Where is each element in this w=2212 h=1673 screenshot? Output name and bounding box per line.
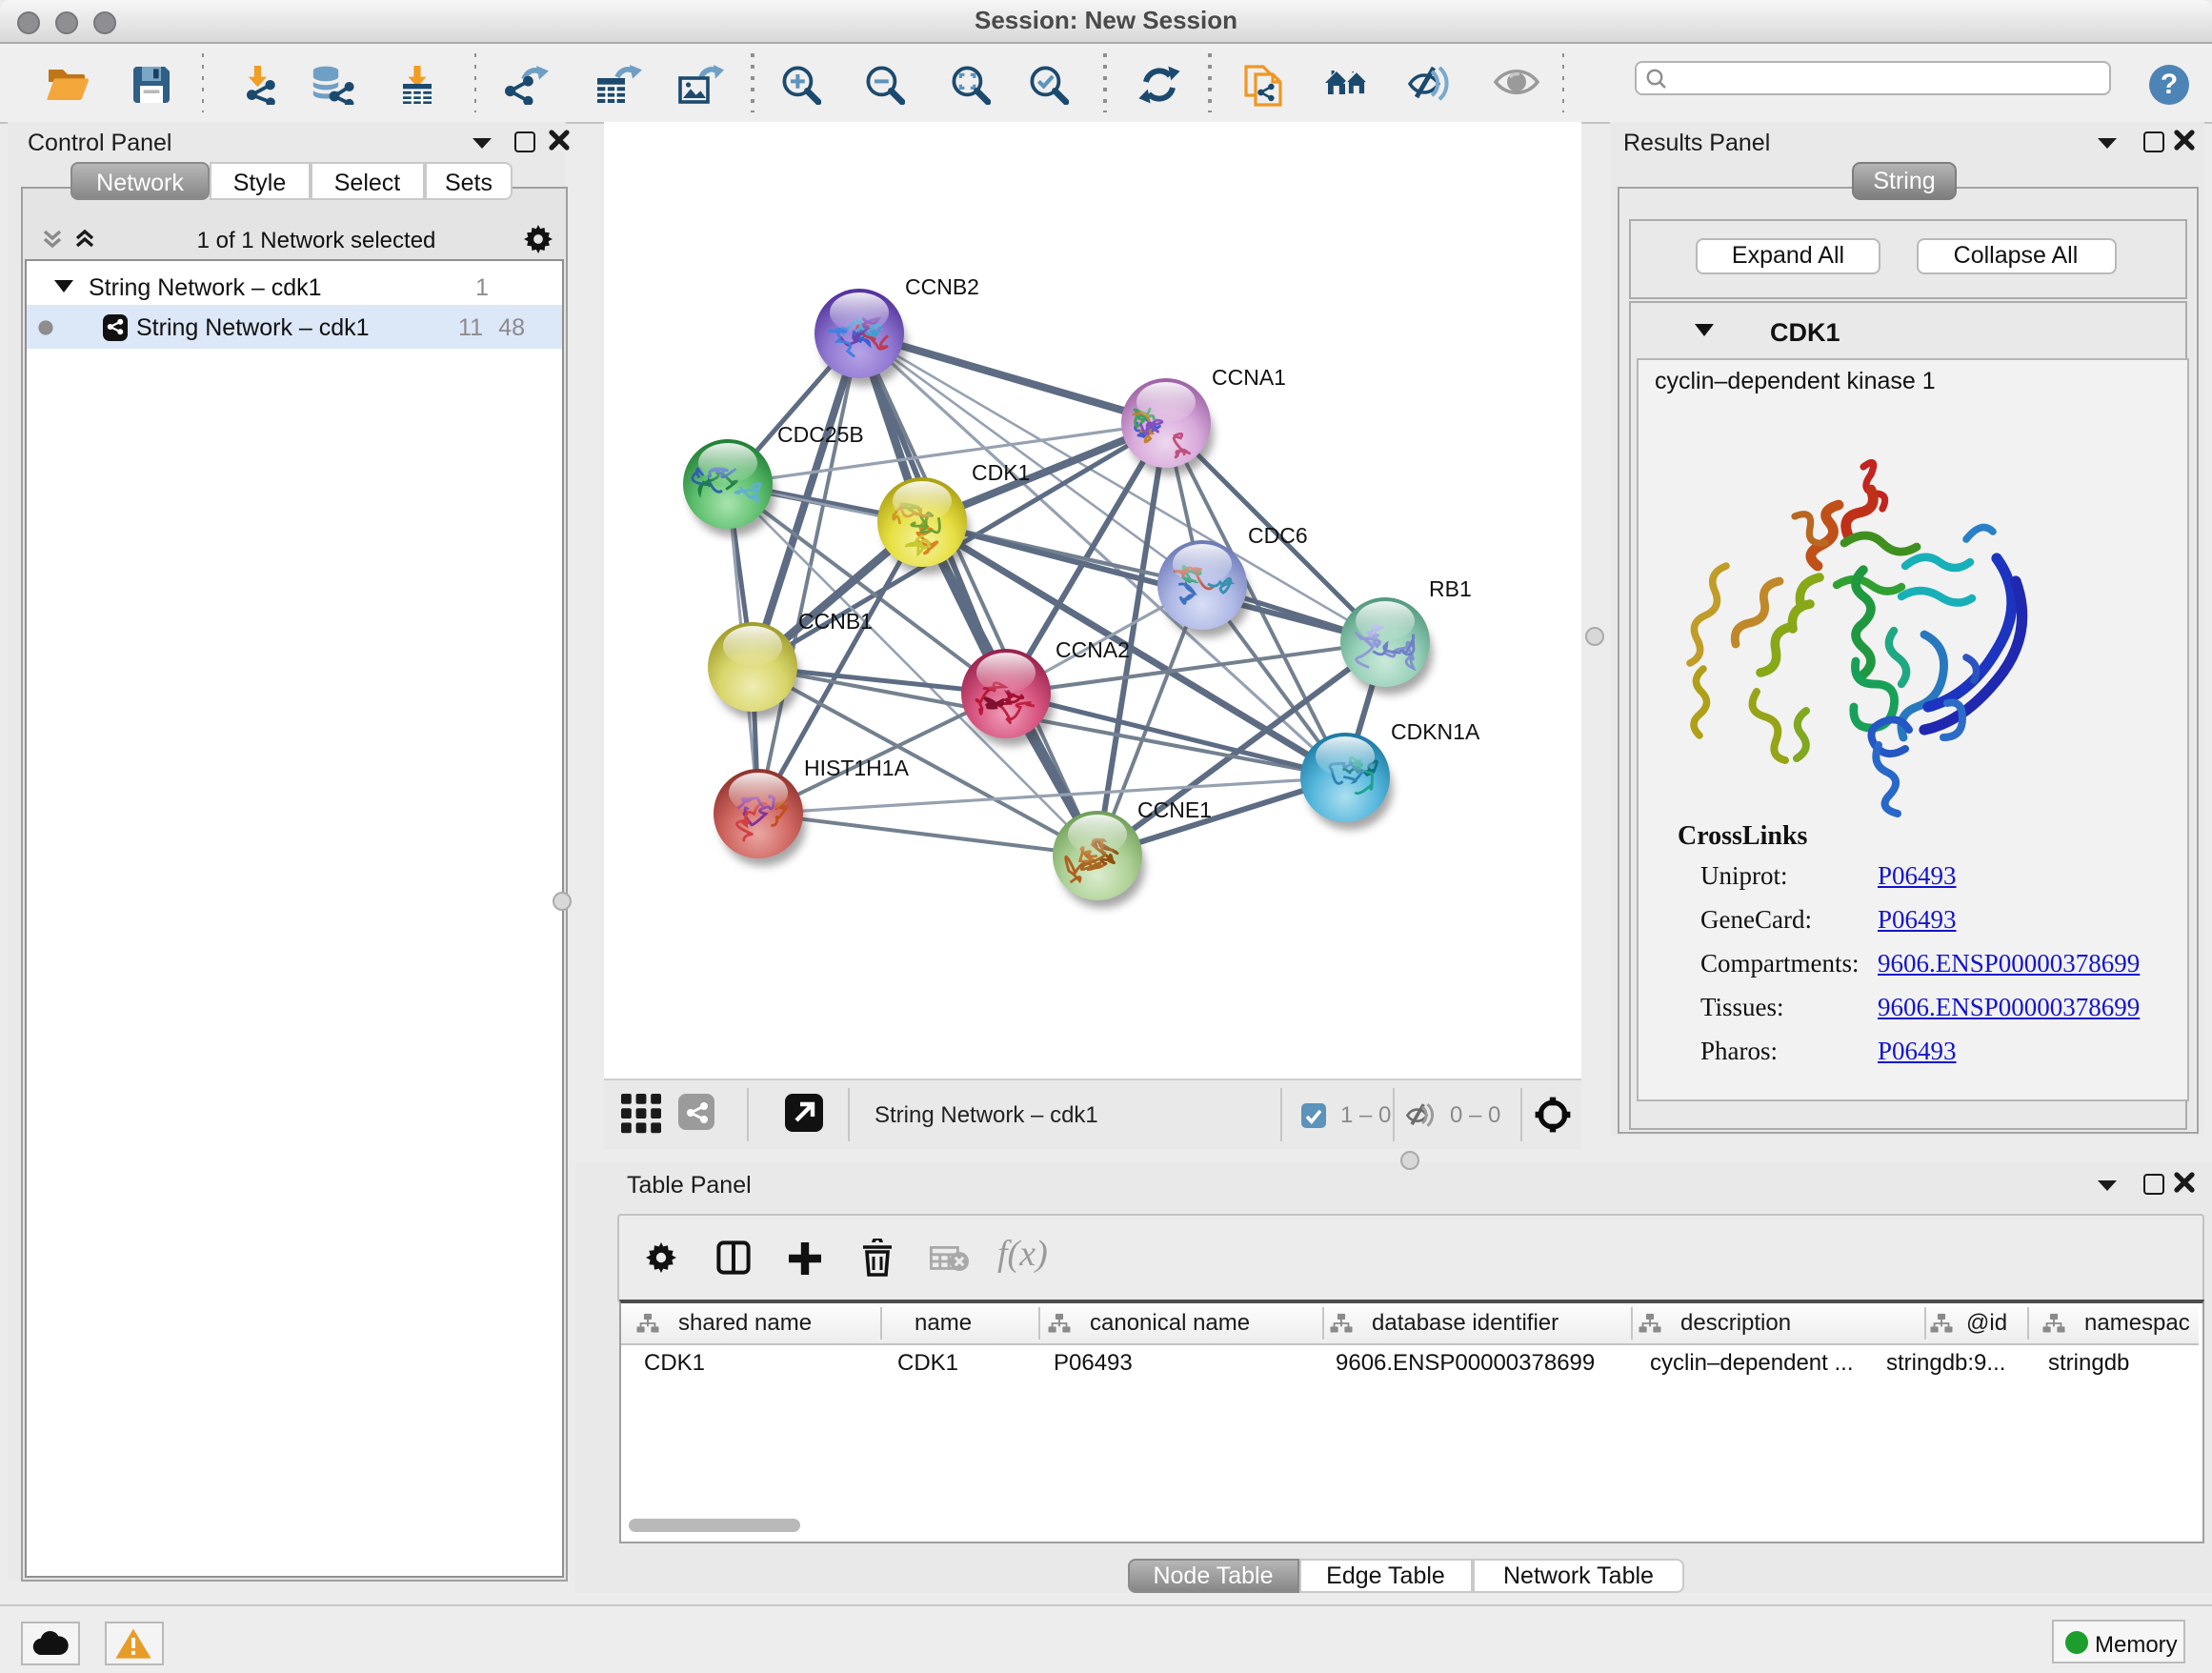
svg-text:HIST1H1A: HIST1H1A bbox=[804, 756, 910, 780]
svg-text:CCNE1: CCNE1 bbox=[1137, 797, 1212, 822]
svg-text:RB1: RB1 bbox=[1429, 576, 1472, 601]
svg-text:CCNA1: CCNA1 bbox=[1212, 365, 1286, 390]
svg-text:CCNB1: CCNB1 bbox=[798, 609, 873, 634]
svg-text:CDKN1A: CDKN1A bbox=[1391, 719, 1480, 744]
svg-text:CDC25B: CDC25B bbox=[777, 422, 864, 447]
svg-text:CCNB2: CCNB2 bbox=[905, 274, 979, 299]
svg-text:CDC6: CDC6 bbox=[1248, 523, 1308, 548]
svg-text:CCNA2: CCNA2 bbox=[1056, 637, 1130, 662]
svg-text:CDK1: CDK1 bbox=[972, 460, 1030, 485]
